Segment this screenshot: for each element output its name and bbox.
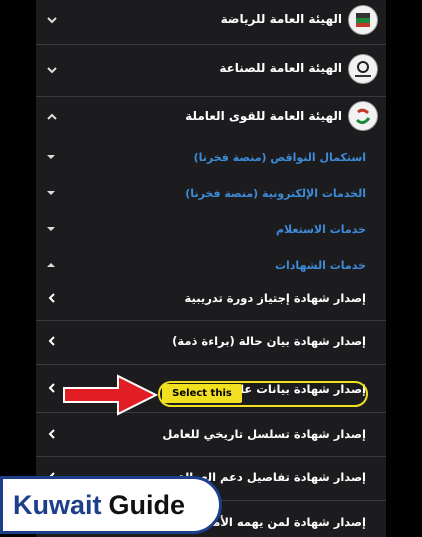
- org-item-label: الهيئة العامة للصناعة: [219, 61, 342, 75]
- org-item-industry[interactable]: الهيئة العامة للصناعة: [36, 50, 386, 90]
- red-arrow-icon: [63, 374, 159, 416]
- select-this-label: Select this: [162, 384, 242, 403]
- sports-authority-logo-icon: [348, 5, 378, 35]
- org-item-label: الهيئة العامة للقوى العاملة: [185, 109, 342, 123]
- submenu-item-label: خدمات الشهادات: [274, 259, 366, 272]
- chevron-left-icon: [48, 293, 55, 303]
- industry-authority-logo-icon: [348, 54, 378, 84]
- org-item-sports[interactable]: الهيئة العامة للرياضة: [36, 0, 386, 40]
- chevron-down-icon[interactable]: [46, 64, 58, 76]
- chevron-left-icon: [48, 429, 55, 439]
- certificate-item[interactable]: إصدار شهادة تسلسل تاريخي للعامل: [36, 420, 386, 448]
- certificate-item-label: إصدار شهادة إجتياز دورة تدريبية: [184, 291, 366, 305]
- kuwait-guide-watermark: Kuwait Guide: [0, 476, 222, 534]
- submenu-item[interactable]: استكمال النواقص (منصة فخرنا): [36, 146, 386, 170]
- submenu-item[interactable]: خدمات الاستعلام: [36, 218, 386, 242]
- chevron-up-icon[interactable]: [46, 111, 58, 123]
- divider: [36, 320, 386, 321]
- divider: [36, 456, 386, 457]
- divider: [36, 44, 386, 45]
- submenu-item[interactable]: خدمات الشهادات: [36, 254, 386, 278]
- divider: [36, 364, 386, 365]
- caret-down-icon: [47, 191, 55, 195]
- manpower-authority-logo-icon: [348, 101, 378, 131]
- certificate-item-label: إصدار شهادة بيان حالة (براءة ذمة): [172, 334, 366, 348]
- certificate-item-label: إصدار شهادة تسلسل تاريخي للعامل: [162, 427, 366, 441]
- submenu-item[interactable]: الخدمات الإلكترونية (منصة فخرنا): [36, 182, 386, 206]
- chevron-left-icon: [48, 383, 55, 393]
- org-item-label: الهيئة العامة للرياضة: [220, 12, 342, 26]
- chevron-left-icon: [48, 336, 55, 346]
- certificate-item[interactable]: إصدار شهادة بيان حالة (براءة ذمة): [36, 327, 386, 355]
- certificate-item[interactable]: إصدار شهادة إجتياز دورة تدريبية: [36, 284, 386, 312]
- services-menu-panel: الهيئة العامة للرياضة الهيئة العامة للصن…: [36, 0, 386, 537]
- caret-down-icon: [47, 155, 55, 159]
- chevron-down-icon[interactable]: [46, 14, 58, 26]
- submenu-item-label: الخدمات الإلكترونية (منصة فخرنا): [185, 187, 366, 200]
- watermark-part1: Kuwait: [13, 489, 102, 520]
- submenu-item-label: خدمات الاستعلام: [276, 223, 366, 236]
- divider: [36, 96, 386, 97]
- watermark-part2: Guide: [108, 489, 186, 520]
- org-item-manpower[interactable]: الهيئة العامة للقوى العاملة: [36, 100, 386, 138]
- caret-up-icon: [47, 263, 55, 267]
- submenu-item-label: استكمال النواقص (منصة فخرنا): [193, 151, 366, 164]
- caret-down-icon: [47, 227, 55, 231]
